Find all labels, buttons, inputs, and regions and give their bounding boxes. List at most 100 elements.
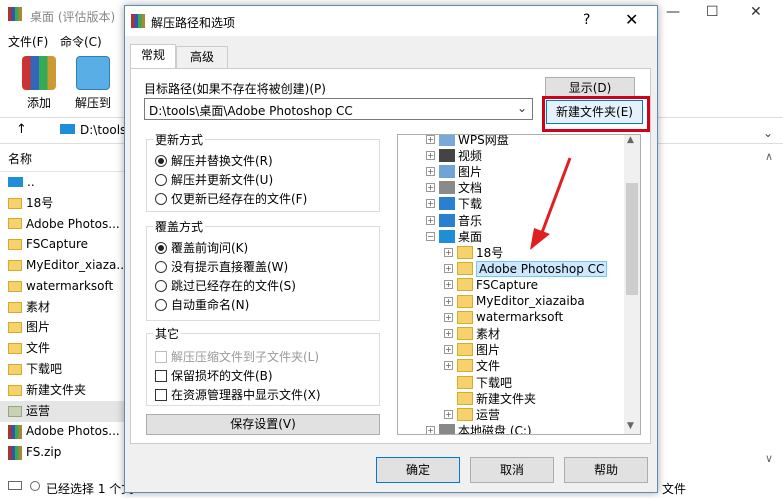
help-icon[interactable]: ? xyxy=(583,12,590,28)
tree-item[interactable]: + MyEditor_xiazaiba xyxy=(444,293,585,309)
tree-item[interactable]: + 文档 xyxy=(426,180,482,196)
maximize-icon[interactable]: ☐ xyxy=(706,4,719,20)
radio-ask-before[interactable]: 覆盖前询问(K) xyxy=(155,239,248,256)
bg-list-item-label: 素材 xyxy=(26,299,51,314)
tree-item[interactable]: + 本地磁盘 (C:) xyxy=(426,423,532,434)
tree-item-label: watermarksoft xyxy=(476,310,564,325)
tree-item-label: 文件 xyxy=(476,359,501,374)
bg-list-item[interactable]: 文件 xyxy=(0,338,125,359)
bg-list-item[interactable]: Adobe Photos... xyxy=(0,422,125,443)
extract-to-button[interactable]: 解压到 xyxy=(68,56,118,111)
bg-list-item[interactable]: 18号 xyxy=(0,193,125,214)
minimize-icon[interactable]: — xyxy=(666,4,680,20)
add-button[interactable]: 添加 xyxy=(14,56,64,111)
expand-icon[interactable]: + xyxy=(444,409,453,419)
tab-general[interactable]: 常规 xyxy=(130,44,176,69)
new-folder-button[interactable]: 新建文件夹(E) xyxy=(546,100,643,124)
bg-list-item[interactable]: .. xyxy=(0,172,125,193)
tree-item[interactable]: + 文件 xyxy=(444,358,500,374)
expand-icon[interactable]: + xyxy=(444,312,453,322)
expand-icon[interactable]: + xyxy=(444,345,453,355)
close-icon[interactable]: ✕ xyxy=(750,4,762,20)
radio-dot xyxy=(155,298,167,311)
expand-icon[interactable]: + xyxy=(426,199,435,209)
tree-item[interactable]: − 桌面 xyxy=(426,228,482,244)
expand-icon[interactable]: + xyxy=(444,247,453,257)
tree-item[interactable]: +新建文件夹 xyxy=(444,390,536,406)
chevron-down-icon[interactable]: ⌄ xyxy=(517,101,527,115)
expand-icon[interactable]: + xyxy=(426,183,435,193)
tree-item[interactable]: + 视频 xyxy=(426,147,482,163)
bg-list-item[interactable]: FSCapture xyxy=(0,234,125,255)
expand-icon[interactable]: + xyxy=(444,280,453,290)
radio-dot xyxy=(155,241,167,254)
tree-item[interactable]: + 素材 xyxy=(444,325,500,341)
archive-icon xyxy=(8,424,22,439)
radio-overwrite-silent[interactable]: 没有提示直接覆盖(W) xyxy=(155,258,288,275)
radio-update-existing[interactable]: 仅更新已经存在的文件(F) xyxy=(155,190,307,207)
tree-item-label: 文档 xyxy=(458,181,483,196)
radio-extract-update[interactable]: 解压并更新文件(U) xyxy=(155,171,273,188)
tree-item[interactable]: + 运营 xyxy=(444,406,500,422)
misc-label: 其它 xyxy=(153,325,182,342)
dest-path-combobox[interactable]: D:\tools\桌面\Adobe Photoshop CC ⌄ xyxy=(144,98,533,120)
folder-icon xyxy=(8,322,22,334)
tree-item[interactable]: + WPS网盘 xyxy=(426,135,509,147)
bg-list-item[interactable]: 新建文件夹 xyxy=(0,380,125,401)
expand-icon[interactable]: + xyxy=(426,426,435,434)
ok-button[interactable]: 确定 xyxy=(376,457,460,483)
tree-item[interactable]: +下载吧 xyxy=(444,374,512,390)
collapse-icon[interactable]: − xyxy=(426,231,435,241)
menu-command[interactable]: 命令(C) xyxy=(60,33,102,50)
scroll-down-icon[interactable]: ∨ xyxy=(765,452,773,465)
scroll-thumb[interactable] xyxy=(626,183,638,295)
tree-item[interactable]: + 下载 xyxy=(426,196,482,212)
expand-icon[interactable]: + xyxy=(426,135,435,144)
menu-file[interactable]: 文件(F) xyxy=(8,33,48,50)
folder-tree[interactable]: + WPS网盘 + 视频 + 图片 + 文档 + 下载 + 音乐 − 桌面 +18号 + Adobe Photo… xyxy=(397,134,641,435)
expand-icon[interactable]: + xyxy=(426,166,435,176)
expand-icon[interactable]: + xyxy=(426,150,435,160)
cancel-button[interactable]: 取消 xyxy=(470,457,554,483)
bg-list-item[interactable]: watermarksoft xyxy=(0,276,125,297)
radio-skip-existing[interactable]: 跳过已经存在的文件(S) xyxy=(155,277,296,294)
bg-list-item[interactable]: FS.zip xyxy=(0,442,125,463)
tree-vertical-scrollbar[interactable]: ▲ ▼ xyxy=(624,135,640,434)
tree-item[interactable]: + 图片 xyxy=(444,342,500,358)
bg-list-item[interactable]: 素材 xyxy=(0,297,125,318)
radio-extract-replace[interactable]: 解压并替换文件(R) xyxy=(155,152,273,169)
up-arrow-icon[interactable]: ↑ xyxy=(16,122,27,137)
bg-list-item[interactable]: MyEditor_xiaza... xyxy=(0,255,125,276)
update-mode-group: 更新方式 解压并替换文件(R) 解压并更新文件(U) 仅更新已经存在的文件(F) xyxy=(146,131,380,212)
bg-file-list: 名称 .. 18号 Adobe Photos... FSCapture MyEditor… xyxy=(0,144,125,484)
column-header-name[interactable]: 名称 xyxy=(0,144,125,172)
chk-extract-subfolder[interactable]: 解压压缩文件到子文件夹(L) xyxy=(155,348,319,365)
bg-list-item[interactable]: 运营 xyxy=(0,400,125,422)
bg-list-item[interactable]: 下载吧 xyxy=(0,359,125,380)
tree-item[interactable]: + FSCapture xyxy=(444,277,538,293)
bg-list-item[interactable]: 图片 xyxy=(0,318,125,339)
dropdown-chevron-icon[interactable]: ⌄ xyxy=(763,126,773,140)
help-button[interactable]: 帮助 xyxy=(564,457,648,483)
tree-item[interactable]: + Adobe Photoshop CC xyxy=(444,260,608,277)
expand-icon[interactable]: + xyxy=(444,328,453,338)
expand-icon[interactable]: + xyxy=(444,361,453,371)
save-settings-button[interactable]: 保存设置(V) xyxy=(146,414,380,435)
expand-icon[interactable]: + xyxy=(444,264,453,274)
scroll-up-icon[interactable]: ∧ xyxy=(765,150,773,163)
scroll-down-icon[interactable]: ▼ xyxy=(627,421,634,431)
chk-show-in-explorer[interactable]: 在资源管理器中显示文件(X) xyxy=(155,386,321,403)
tree-item[interactable]: + 图片 xyxy=(426,163,482,179)
expand-icon[interactable]: + xyxy=(444,296,453,306)
bg-list-item[interactable]: Adobe Photos... xyxy=(0,214,125,235)
tree-item[interactable]: + watermarksoft xyxy=(444,309,563,325)
radio-auto-rename[interactable]: 自动重命名(N) xyxy=(155,296,249,313)
tab-advanced[interactable]: 高级 xyxy=(176,46,228,68)
address-path[interactable]: D:\tools xyxy=(80,123,126,137)
chk-keep-broken[interactable]: 保留损坏的文件(B) xyxy=(155,367,273,384)
expand-icon[interactable]: + xyxy=(426,215,435,225)
scroll-up-icon[interactable]: ▲ xyxy=(627,135,634,145)
tree-item[interactable]: +18号 xyxy=(444,244,503,260)
dialog-close-icon[interactable]: ✕ xyxy=(625,10,638,29)
tree-item[interactable]: + 音乐 xyxy=(426,212,482,228)
